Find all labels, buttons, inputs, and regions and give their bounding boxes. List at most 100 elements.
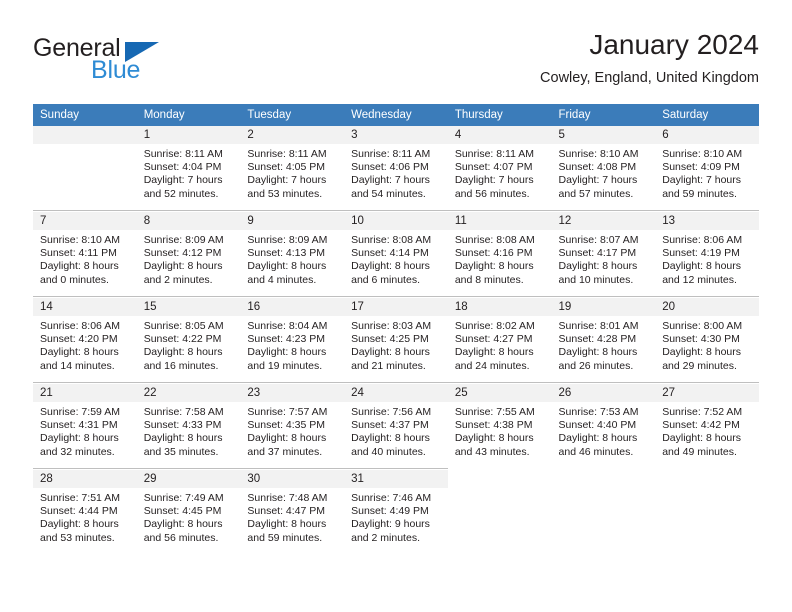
sunrise-text: Sunrise: 7:59 AM xyxy=(40,406,120,418)
page-title: January 2024 xyxy=(589,29,759,60)
calendar-day-cell[interactable]: 29 Sunrise: 7:49 AM Sunset: 4:45 PM Dayligh… xyxy=(136,470,241,554)
calendar-day-cell[interactable]: 19 Sunrise: 8:01 AM Sunset: 4:28 PM Dayligh… xyxy=(551,298,656,383)
daylight-text-line1: Daylight: 8 hours xyxy=(351,260,430,273)
day-number: 10 xyxy=(344,212,448,230)
sunrise-text: Sunrise: 8:10 AM xyxy=(40,234,120,246)
sunrise-text: Sunrise: 8:11 AM xyxy=(143,148,223,160)
sunset-text: Sunset: 4:25 PM xyxy=(351,333,429,346)
calendar-day-cell[interactable]: 1 Sunrise: 8:11 AM Sunset: 4:04 PM Daylight… xyxy=(136,126,241,211)
sunrise-text: Sunrise: 8:10 AM xyxy=(662,148,743,160)
sun-info: Sunrise: 8:01 AM Sunset: 4:28 PM Daylight:… xyxy=(552,316,656,373)
daylight-text-line1: Daylight: 7 hours xyxy=(454,174,534,187)
sunset-text: Sunset: 4:06 PM xyxy=(351,161,429,174)
day-number: 8 xyxy=(136,212,241,230)
sunrise-text: Sunrise: 7:58 AM xyxy=(143,406,224,418)
day-cell-body xyxy=(448,470,552,554)
day-cell-body: 14 Sunrise: 8:06 AM Sunset: 4:20 PM Dayligh… xyxy=(33,298,137,382)
calendar-day-cell[interactable]: 20 Sunrise: 8:00 AM Sunset: 4:30 PM Dayligh… xyxy=(655,298,759,383)
day-cell-body: 22 Sunrise: 7:58 AM Sunset: 4:33 PM Dayligh… xyxy=(136,384,241,468)
calendar-day-cell[interactable]: 30 Sunrise: 7:48 AM Sunset: 4:47 PM Dayligh… xyxy=(240,470,345,554)
sun-info: Sunrise: 8:09 AM Sunset: 4:13 PM Daylight:… xyxy=(240,230,344,287)
calendar-day-cell[interactable]: 11 Sunrise: 8:08 AM Sunset: 4:16 PM Dayligh… xyxy=(447,212,552,297)
calendar-day-cell[interactable]: 23 Sunrise: 7:57 AM Sunset: 4:35 PM Dayligh… xyxy=(240,384,345,469)
calendar-day-cell[interactable]: 17 Sunrise: 8:03 AM Sunset: 4:25 PM Dayligh… xyxy=(344,298,448,383)
sunset-text: Sunset: 4:42 PM xyxy=(662,419,740,432)
daylight-text-line1: Daylight: 8 hours xyxy=(351,346,430,359)
calendar-day-cell[interactable]: 2 Sunrise: 8:11 AM Sunset: 4:05 PM Daylight… xyxy=(240,126,345,211)
calendar-day-cell[interactable]: 18 Sunrise: 8:02 AM Sunset: 4:27 PM Dayligh… xyxy=(447,298,552,383)
calendar-day-cell[interactable]: 28 Sunrise: 7:51 AM Sunset: 4:44 PM Dayligh… xyxy=(33,470,137,554)
calendar-day-cell[interactable]: 21 Sunrise: 7:59 AM Sunset: 4:31 PM Dayligh… xyxy=(33,384,137,469)
daylight-text-line1: Daylight: 8 hours xyxy=(143,260,223,273)
sunrise-text: Sunrise: 8:08 AM xyxy=(351,234,432,246)
daylight-text-line2: and 29 minutes. xyxy=(662,359,737,372)
calendar-day-cell[interactable]: 25 Sunrise: 7:55 AM Sunset: 4:38 PM Dayligh… xyxy=(447,384,552,469)
sunrise-text: Sunrise: 8:04 AM xyxy=(247,320,328,332)
sunrise-text: Sunrise: 7:48 AM xyxy=(247,492,328,504)
calendar-day-cell[interactable]: 15 Sunrise: 8:05 AM Sunset: 4:22 PM Dayligh… xyxy=(136,298,241,383)
day-number: 17 xyxy=(344,298,448,316)
day-cell-body: 20 Sunrise: 8:00 AM Sunset: 4:30 PM Dayligh… xyxy=(655,298,759,382)
day-number: 2 xyxy=(240,126,345,144)
sunset-text: Sunset: 4:13 PM xyxy=(247,247,326,260)
day-cell-body: 2 Sunrise: 8:11 AM Sunset: 4:05 PM Daylight… xyxy=(240,126,345,210)
day-number: 9 xyxy=(240,212,345,230)
general-blue-logo[interactable]: General Blue xyxy=(33,34,253,92)
calendar-day-cell[interactable]: 22 Sunrise: 7:58 AM Sunset: 4:33 PM Dayligh… xyxy=(136,384,241,469)
calendar-body: 1 Sunrise: 8:11 AM Sunset: 4:04 PM Daylight… xyxy=(33,126,759,554)
day-cell-body xyxy=(33,126,137,210)
calendar-day-cell[interactable]: 12 Sunrise: 8:07 AM Sunset: 4:17 PM Dayligh… xyxy=(551,212,656,297)
calendar-day-cell[interactable]: 5 Sunrise: 8:10 AM Sunset: 4:08 PM Daylight… xyxy=(551,126,656,211)
day-number: 26 xyxy=(551,384,656,402)
sun-info: Sunrise: 8:08 AM Sunset: 4:16 PM Daylight:… xyxy=(448,230,552,287)
calendar-day-cell[interactable]: 26 Sunrise: 7:53 AM Sunset: 4:40 PM Dayligh… xyxy=(551,384,656,469)
day-number: 16 xyxy=(240,298,345,316)
daylight-text-line1: Daylight: 8 hours xyxy=(40,432,119,445)
calendar-day-cell[interactable]: 24 Sunrise: 7:56 AM Sunset: 4:37 PM Dayligh… xyxy=(344,384,448,469)
calendar-day-cell[interactable]: 27 Sunrise: 7:52 AM Sunset: 4:42 PM Dayligh… xyxy=(655,384,759,469)
daylight-text-line2: and 6 minutes. xyxy=(351,273,420,286)
day-cell-body: 12 Sunrise: 8:07 AM Sunset: 4:17 PM Dayligh… xyxy=(551,212,656,296)
sun-info: Sunrise: 8:10 AM Sunset: 4:09 PM Daylight:… xyxy=(655,144,759,201)
calendar-day-cell[interactable]: 14 Sunrise: 8:06 AM Sunset: 4:20 PM Dayligh… xyxy=(33,298,137,383)
calendar-day-cell[interactable]: 10 Sunrise: 8:08 AM Sunset: 4:14 PM Dayligh… xyxy=(344,212,448,297)
sunset-text: Sunset: 4:12 PM xyxy=(143,247,222,260)
sunrise-text: Sunrise: 8:06 AM xyxy=(40,320,120,332)
calendar-day-cell[interactable]: 9 Sunrise: 8:09 AM Sunset: 4:13 PM Daylight… xyxy=(240,212,345,297)
day-cell-body: 21 Sunrise: 7:59 AM Sunset: 4:31 PM Dayligh… xyxy=(33,384,137,468)
sun-info: Sunrise: 7:53 AM Sunset: 4:40 PM Daylight:… xyxy=(552,402,656,459)
calendar-week-row: 21 Sunrise: 7:59 AM Sunset: 4:31 PM Dayligh… xyxy=(33,384,759,469)
weekday-header-tuesday: Tuesday xyxy=(240,104,345,126)
daylight-text-line1: Daylight: 7 hours xyxy=(662,174,742,187)
sunrise-text: Sunrise: 8:08 AM xyxy=(454,234,535,246)
sun-info: Sunrise: 7:57 AM Sunset: 4:35 PM Daylight:… xyxy=(240,402,344,459)
daylight-text-line1: Daylight: 8 hours xyxy=(558,432,638,445)
sun-info: Sunrise: 8:11 AM Sunset: 4:07 PM Daylight:… xyxy=(448,144,552,201)
calendar-week-row: 28 Sunrise: 7:51 AM Sunset: 4:44 PM Dayligh… xyxy=(33,470,759,554)
calendar-day-cell[interactable]: 8 Sunrise: 8:09 AM Sunset: 4:12 PM Daylight… xyxy=(136,212,241,297)
calendar-day-cell[interactable]: 7 Sunrise: 8:10 AM Sunset: 4:11 PM Daylight… xyxy=(33,212,137,297)
daylight-text-line2: and 32 minutes. xyxy=(40,445,115,458)
daylight-text-line2: and 0 minutes. xyxy=(40,273,109,286)
calendar-day-cell[interactable]: 13 Sunrise: 8:06 AM Sunset: 4:19 PM Dayligh… xyxy=(655,212,759,297)
daylight-text-line2: and 4 minutes. xyxy=(247,273,317,286)
day-number: 30 xyxy=(240,470,345,488)
sun-info: Sunrise: 8:05 AM Sunset: 4:22 PM Daylight:… xyxy=(137,316,241,373)
day-number: 27 xyxy=(655,384,759,402)
daylight-text-line2: and 21 minutes. xyxy=(351,359,426,372)
calendar-day-cell[interactable]: 3 Sunrise: 8:11 AM Sunset: 4:06 PM Daylight… xyxy=(344,126,448,211)
daylight-text-line1: Daylight: 8 hours xyxy=(40,260,119,273)
daylight-text-line1: Daylight: 7 hours xyxy=(558,174,638,187)
calendar-day-cell[interactable]: 6 Sunrise: 8:10 AM Sunset: 4:09 PM Daylight… xyxy=(655,126,759,211)
sun-info: Sunrise: 8:06 AM Sunset: 4:19 PM Daylight:… xyxy=(655,230,759,287)
title-block: January 2024 Cowley, England, United Kin… xyxy=(540,28,759,89)
sunset-text: Sunset: 4:35 PM xyxy=(247,419,326,432)
sunrise-text: Sunrise: 7:52 AM xyxy=(662,406,743,418)
calendar-day-cell[interactable]: 16 Sunrise: 8:04 AM Sunset: 4:23 PM Dayligh… xyxy=(240,298,345,383)
calendar-day-cell[interactable]: 4 Sunrise: 8:11 AM Sunset: 4:07 PM Daylight… xyxy=(447,126,552,211)
sunrise-text: Sunrise: 8:02 AM xyxy=(454,320,535,332)
calendar-day-cell[interactable]: 31 Sunrise: 7:46 AM Sunset: 4:49 PM Dayligh… xyxy=(344,470,448,554)
weekday-header-row: Sunday Monday Tuesday Wednesday Thursday… xyxy=(33,104,759,126)
sun-info: Sunrise: 7:46 AM Sunset: 4:49 PM Daylight:… xyxy=(344,488,448,545)
sunset-text: Sunset: 4:33 PM xyxy=(143,419,222,432)
